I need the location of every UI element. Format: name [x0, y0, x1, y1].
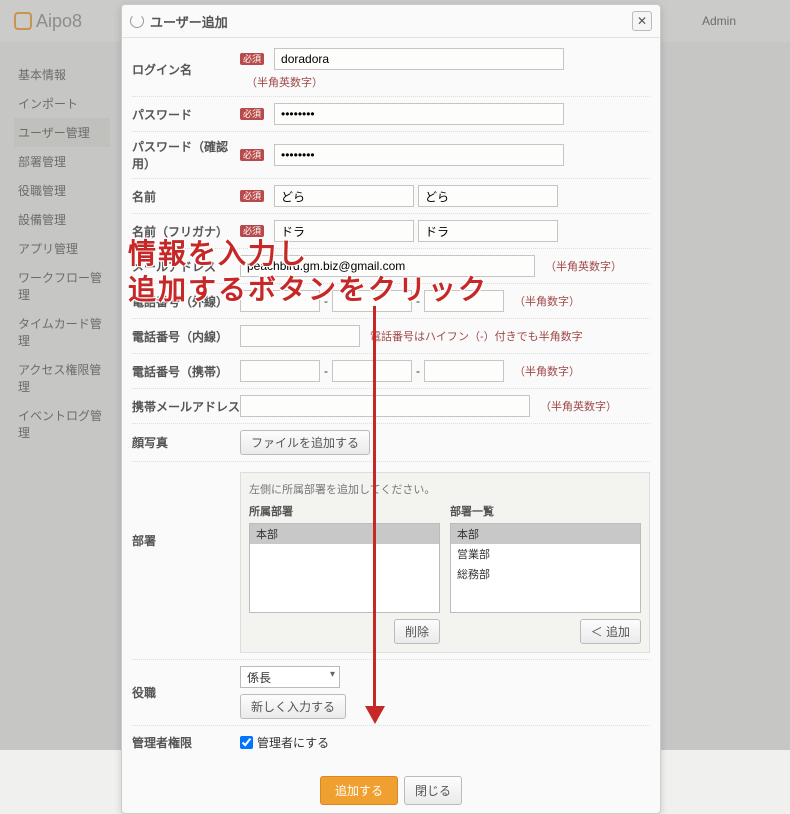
add-user-modal: ユーザー追加 ✕ ログイン名 必須 （半角英数字） パスワード 必須 パスワード…	[121, 4, 661, 814]
login-label: ログイン名	[132, 61, 240, 78]
available-dept-list[interactable]: 本部 営業部 総務部	[450, 523, 641, 613]
logo-icon	[14, 12, 32, 30]
close-button[interactable]: 閉じる	[404, 776, 462, 805]
admin-checkbox-wrap[interactable]: 管理者にする	[240, 734, 329, 751]
sidebar-item-eventlog[interactable]: イベントログ管理	[14, 401, 110, 447]
phone-out-2[interactable]	[332, 290, 412, 312]
phone-out-hint: （半角数字）	[514, 293, 580, 309]
phone-mobile-hint: （半角数字）	[514, 363, 580, 379]
photo-label: 顔写真	[132, 434, 240, 451]
required-badge: 必須	[240, 225, 264, 238]
sidebar-item-app[interactable]: アプリ管理	[14, 234, 110, 263]
sidebar-item-user-mgmt[interactable]: ユーザー管理	[14, 118, 110, 147]
name-label: 名前	[132, 188, 240, 205]
dept-remove-button[interactable]: 削除	[394, 619, 440, 644]
sidebar-item-access[interactable]: アクセス権限管理	[14, 355, 110, 401]
email-input[interactable]	[240, 255, 535, 277]
password-input[interactable]	[274, 103, 564, 125]
lastname-kana-input[interactable]	[274, 220, 414, 242]
sidebar-item-basic[interactable]: 基本情報	[14, 60, 110, 89]
assigned-dept-list[interactable]: 本部	[249, 523, 440, 613]
mobile-email-label: 携帯メールアドレス	[132, 398, 240, 415]
password-confirm-label: パスワード（確認用）	[132, 138, 240, 172]
phone-mobile-2[interactable]	[332, 360, 412, 382]
email-hint: （半角英数字）	[545, 258, 622, 274]
sidebar-item-dept[interactable]: 部署管理	[14, 147, 110, 176]
dept-item[interactable]: 本部	[451, 524, 640, 544]
dept-item[interactable]: 総務部	[451, 564, 640, 584]
refresh-icon[interactable]	[130, 14, 144, 28]
sidebar-item-position[interactable]: 役職管理	[14, 176, 110, 205]
dept-label: 部署	[132, 472, 240, 549]
assigned-dept-title: 所属部署	[249, 503, 440, 519]
firstname-input[interactable]	[418, 185, 558, 207]
app-name: Aipo8	[36, 11, 82, 32]
firstname-kana-input[interactable]	[418, 220, 558, 242]
phone-in-input[interactable]	[240, 325, 360, 347]
new-position-button[interactable]: 新しく入力する	[240, 694, 346, 719]
submit-button[interactable]: 追加する	[320, 776, 398, 805]
lastname-input[interactable]	[274, 185, 414, 207]
sidebar-item-timecard[interactable]: タイムカード管理	[14, 309, 110, 355]
phone-mobile-3[interactable]	[424, 360, 504, 382]
admin-checkbox-label: 管理者にする	[257, 734, 329, 751]
admin-link[interactable]: Admin	[702, 14, 736, 28]
mobile-email-input[interactable]	[240, 395, 530, 417]
required-badge: 必須	[240, 108, 264, 121]
login-input[interactable]	[274, 48, 564, 70]
sidebar-item-import[interactable]: インポート	[14, 89, 110, 118]
dept-add-button[interactable]: ＜ 追加	[580, 619, 641, 644]
admin-label: 管理者権限	[132, 734, 240, 751]
sidebar: 基本情報 インポート ユーザー管理 部署管理 役職管理 設備管理 アプリ管理 ワ…	[0, 42, 110, 447]
sidebar-item-workflow[interactable]: ワークフロー管理	[14, 263, 110, 309]
dept-list-title: 部署一覧	[450, 503, 641, 519]
modal-title: ユーザー追加	[150, 12, 228, 31]
phone-mobile-label: 電話番号（携帯）	[132, 363, 240, 380]
position-label: 役職	[132, 684, 240, 701]
sidebar-item-equipment[interactable]: 設備管理	[14, 205, 110, 234]
phone-in-hint: 電話番号はハイフン（-）付きでも半角数字	[370, 328, 583, 344]
required-badge: 必須	[240, 53, 264, 66]
admin-checkbox[interactable]	[240, 736, 253, 749]
dept-item[interactable]: 営業部	[451, 544, 640, 564]
phone-out-3[interactable]	[424, 290, 504, 312]
password-confirm-input[interactable]	[274, 144, 564, 166]
phone-out-1[interactable]	[240, 290, 320, 312]
phone-in-label: 電話番号（内線）	[132, 328, 240, 345]
mobile-email-hint: （半角英数字）	[540, 398, 617, 414]
dept-note: 左側に所属部署を追加してください。	[249, 481, 641, 497]
add-file-button[interactable]: ファイルを追加する	[240, 430, 370, 455]
required-badge: 必須	[240, 190, 264, 203]
login-hint: （半角英数字）	[246, 74, 323, 90]
close-icon[interactable]: ✕	[632, 11, 652, 31]
name-kana-label: 名前（フリガナ）	[132, 223, 240, 240]
assigned-dept-item[interactable]: 本部	[250, 524, 439, 544]
password-label: パスワード	[132, 106, 240, 123]
app-logo: Aipo8	[14, 11, 82, 32]
phone-out-label: 電話番号（外線）	[132, 293, 240, 310]
phone-mobile-1[interactable]	[240, 360, 320, 382]
position-select[interactable]: 係長	[240, 666, 340, 688]
email-label: メールアドレス	[132, 258, 240, 275]
required-badge: 必須	[240, 149, 264, 162]
